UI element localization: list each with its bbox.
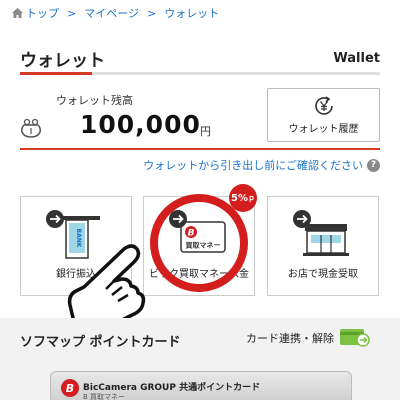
bank-transfer-label: 銀行振込 [56, 269, 96, 280]
yen-history-icon [314, 96, 333, 115]
bic-card-logo: B [188, 229, 195, 239]
breadcrumb-wallet[interactable]: ウォレット [164, 5, 219, 21]
breadcrumb: トップ > マイページ > ウォレット [0, 0, 400, 26]
bic-card-text: 買取マネー [185, 241, 221, 250]
balance-divider [20, 148, 380, 150]
point-rate-value: 5% [231, 192, 248, 204]
home-icon [12, 8, 23, 18]
help-icon: ? [367, 158, 380, 172]
balance-amount: 100,000 [80, 110, 201, 139]
card-link-label: カード連携・解除 [246, 332, 334, 345]
title-row: ウォレット Wallet [20, 44, 380, 72]
balance-label: ウォレット残高 [56, 94, 133, 107]
breadcrumb-mypage[interactable]: マイページ [84, 5, 139, 21]
biccamera-logo: B [61, 379, 79, 397]
balance-unit: 円 [200, 125, 211, 138]
store-cash-pickup-label: お店で現金受取 [288, 269, 358, 280]
point-card-sub: B 買取マネー [83, 393, 126, 400]
point-rate-badge: 5% ｐ [229, 184, 257, 212]
point-rate-unit: ｐ [247, 194, 255, 202]
wallet-history-label: ウォレット履歴 [288, 124, 359, 135]
wallet-history-button[interactable]: ウォレット履歴 [267, 88, 380, 142]
wallet-panel: ウォレット Wallet ウォレット残高 100,000 円 ウォレット履歴 ウ… [0, 26, 400, 318]
store-icon [293, 210, 349, 256]
card-link-button[interactable]: カード連携・解除 [246, 329, 370, 347]
card-link-icon [340, 329, 370, 347]
page-title-en: Wallet [333, 50, 380, 66]
breadcrumb-home[interactable]: トップ [26, 5, 59, 21]
point-card-section: ソフマップ ポイントカード カード連携・解除 B BicCamera GROUP… [0, 318, 400, 400]
breadcrumb-separator: > [67, 6, 77, 20]
page-title: ウォレット [20, 50, 105, 71]
svg-text:BANK: BANK [75, 229, 82, 248]
bic-money-deposit-tile[interactable]: B 買取マネー ビック買取マネー入金 5% ｐ [143, 184, 257, 296]
breadcrumb-separator: > [147, 6, 157, 20]
bic-money-icon: B 買取マネー [169, 210, 226, 253]
balance-block: ウォレット残高 100,000 円 ウォレット履歴 [20, 88, 380, 148]
store-cash-pickup-tile[interactable]: お店で現金受取 [267, 196, 379, 296]
point-card-title: ソフマップ ポイントカード [20, 335, 181, 350]
bank-transfer-icon: BANK [46, 210, 100, 259]
bic-money-deposit-label: ビック買取マネー入金 [149, 269, 249, 280]
purse-icon [21, 118, 41, 138]
point-card-image: B BicCamera GROUP 共通ポイントカード B 買取マネー [50, 371, 352, 400]
withdraw-notice-text: ウォレットから引き出し前にご確認ください [143, 159, 363, 172]
withdraw-notice-link[interactable]: ウォレットから引き出し前にご確認ください ? [143, 157, 380, 173]
title-divider-accent [20, 72, 92, 75]
bank-transfer-tile[interactable]: BANK 銀行振込 [20, 196, 132, 296]
